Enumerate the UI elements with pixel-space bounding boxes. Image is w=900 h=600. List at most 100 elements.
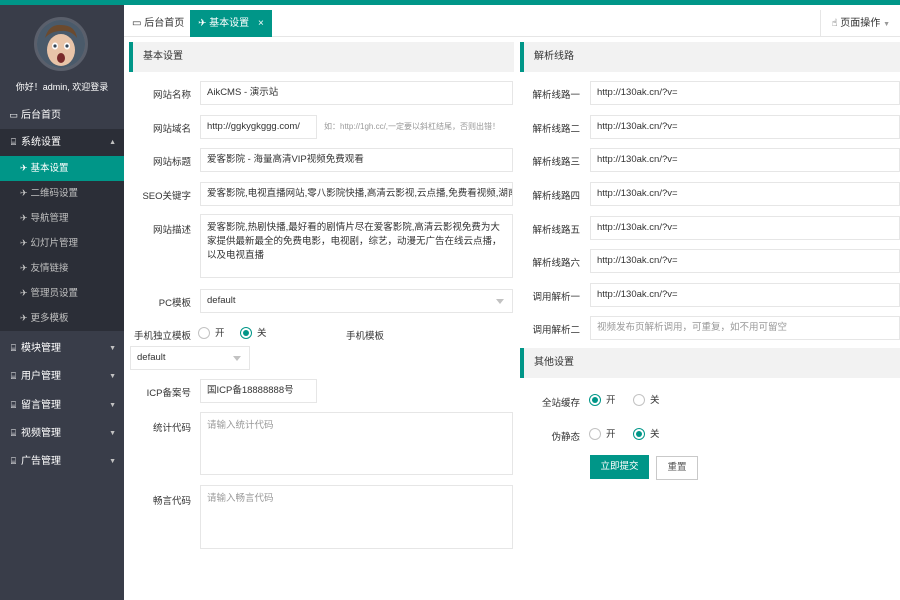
nav-system-settings[interactable]: ⌸ 系统设置 ▲ <box>0 129 124 156</box>
mobile-independent-open-radio[interactable]: 开 <box>198 327 225 341</box>
site-desc-label: 网站描述 <box>152 225 191 236</box>
radio-label: 开 <box>606 395 616 406</box>
main-content: 基本设置 网站名称 AikCMS - 演示站 网站域名 http://ɡɡkyɡ… <box>124 37 900 600</box>
hand-pointer-icon: ☝ <box>831 18 838 29</box>
mobile-template-label: 手机模板 <box>345 331 384 342</box>
parse-line-6-input[interactable]: http://130ak.cn/?v= <box>590 249 900 273</box>
seo-keywords-input[interactable]: 爱客影院,电视直播网站,零八影院快播,高清云影视,云点播,免费看视频,湖南卫视 <box>200 182 513 206</box>
greeting-text: 你好！admin, 欢迎登录 <box>15 82 109 92</box>
submit-button[interactable]: 立即提交 <box>590 455 649 479</box>
page-operations-button[interactable]: ☝ 页面操作 ▼ <box>820 10 900 37</box>
section-parse-lines-header: 解析线路 <box>520 42 900 72</box>
pseudo-static-open-radio[interactable]: 开 <box>589 428 616 442</box>
site-title-input[interactable]: 爱客影院 - 海量高清VIP视频免费观看 <box>200 148 513 172</box>
icp-label: ICP备案号 <box>146 388 191 399</box>
site-cache-close-radio[interactable]: 关 <box>633 394 660 408</box>
radio-label: 关 <box>257 328 267 339</box>
sidebar-item-friend-links[interactable]: ✈ 友情链接 <box>0 256 124 281</box>
pc-template-value: default <box>207 295 236 306</box>
domain-input[interactable]: http://ɡɡkyɡkɡɡɡ.com/ <box>200 115 317 139</box>
site-name-label: 网站名称 <box>152 90 191 101</box>
sidebar: 你好！admin, 欢迎登录 ▭ 后台首页 ⌸ 系统设置 ▲ ✈ 基本设置 ✈ 二维码设… <box>0 0 124 600</box>
sub-label: 导航管理 <box>30 213 69 224</box>
domain-label: 网站域名 <box>152 124 191 135</box>
stat-code-label: 统计代码 <box>152 423 191 434</box>
nav-video-management[interactable]: ⌸ 视频管理 ▼ <box>0 420 124 447</box>
sidebar-item-more-templates[interactable]: ✈ 更多模板 <box>0 306 124 331</box>
radio-circle <box>198 327 210 340</box>
settings-icon: ⌸ <box>10 400 17 410</box>
avatar-image <box>37 20 85 68</box>
tab-basic-settings[interactable]: ✈ 基本设置 × <box>190 10 272 37</box>
parse-line-5-input[interactable]: http://130ak.cn/?v= <box>590 216 900 240</box>
avatar[interactable] <box>34 17 88 71</box>
mobile-independent-label: 手机独立模板 <box>133 331 191 342</box>
nav-home[interactable]: ▭ 后台首页 <box>0 102 124 129</box>
site-name-input[interactable]: AikCMS - 演示站 <box>200 81 513 105</box>
parse-line-3-input[interactable]: http://130ak.cn/?v= <box>590 148 900 172</box>
tab-basic-settings-label: 基本设置 <box>209 18 250 29</box>
settings-icon: ⌸ <box>10 428 17 438</box>
sidebar-item-admin-settings[interactable]: ✈ 管理员设置 <box>0 281 124 306</box>
settings-icon: ⌸ <box>10 343 17 353</box>
chevron-down-icon: ▼ <box>109 458 116 465</box>
nav-home-label: 后台首页 <box>21 110 61 121</box>
radio-circle <box>633 428 645 441</box>
stat-code-textarea[interactable]: 请输入统计代码 <box>200 412 513 475</box>
nav-label: 用户管理 <box>21 371 61 382</box>
call-parse-2-input[interactable]: 视频发布页解析调用，可重复，如不用可留空 <box>590 316 900 340</box>
changyan-code-textarea[interactable]: 请输入畅言代码 <box>200 485 513 549</box>
close-icon[interactable]: × <box>258 18 264 29</box>
radio-label: 关 <box>650 395 660 406</box>
monitor-icon: ▭ <box>9 110 18 120</box>
chevron-down-icon: ▼ <box>109 402 116 409</box>
sub-label: 友情链接 <box>30 263 69 274</box>
section-basic-settings-header: 基本设置 <box>129 42 514 72</box>
send-icon: ✈ <box>20 313 28 323</box>
changyan-code-label: 畅言代码 <box>152 496 191 507</box>
mobile-independent-close-radio[interactable]: 关 <box>240 327 267 341</box>
pseudo-static-close-radio[interactable]: 关 <box>633 428 660 442</box>
parse-line-1-input[interactable]: http://130ak.cn/?v= <box>590 81 900 105</box>
parse-line-4-input[interactable]: http://130ak.cn/?v= <box>590 182 900 206</box>
mobile-template-select[interactable]: default <box>130 346 250 370</box>
send-icon: ✈ <box>20 263 28 273</box>
sub-label: 管理员设置 <box>30 288 79 299</box>
nav-module-management[interactable]: ⌸ 模块管理 ▼ <box>0 335 124 362</box>
pc-template-select[interactable]: default <box>200 289 513 313</box>
sidebar-item-qrcode-settings[interactable]: ✈ 二维码设置 <box>0 181 124 206</box>
settings-icon: ⌸ <box>10 456 17 466</box>
sub-label: 基本设置 <box>30 163 69 174</box>
send-icon: ✈ <box>198 18 207 29</box>
chevron-down-icon: ▼ <box>109 345 116 352</box>
tab-home[interactable]: ▭ 后台首页 <box>124 10 192 37</box>
sub-label: 幻灯片管理 <box>30 238 79 249</box>
nav-ad-management[interactable]: ⌸ 广告管理 ▼ <box>0 448 124 475</box>
parse-line-2-input[interactable]: http://130ak.cn/?v= <box>590 115 900 139</box>
reset-button[interactable]: 重置 <box>656 456 698 480</box>
nav-user-management[interactable]: ⌸ 用户管理 ▼ <box>0 363 124 390</box>
nav-system-settings-label: 系统设置 <box>21 137 61 148</box>
section-other-settings-header: 其他设置 <box>520 348 900 378</box>
icp-input[interactable]: 国ICP备18888888号 <box>200 379 317 403</box>
sub-label: 更多模板 <box>30 313 69 324</box>
parse-line-2-label: 解析线路二 <box>532 124 580 135</box>
section-title: 解析线路 <box>534 51 574 62</box>
nav-label: 视频管理 <box>21 428 61 439</box>
send-icon: ✈ <box>20 288 28 298</box>
nav-label: 模块管理 <box>21 343 61 354</box>
sidebar-item-basic-settings[interactable]: ✈ 基本设置 <box>0 156 124 181</box>
tab-bar: ▭ 后台首页 ✈ 基本设置 × ☝ 页面操作 ▼ <box>124 0 900 37</box>
sub-label: 二维码设置 <box>30 188 79 199</box>
sidebar-item-nav-management[interactable]: ✈ 导航管理 <box>0 206 124 231</box>
site-cache-open-radio[interactable]: 开 <box>589 394 616 408</box>
section-title: 其他设置 <box>534 357 574 368</box>
settings-icon: ⌸ <box>10 371 17 381</box>
site-desc-textarea[interactable]: 爱客影院,热剧快播,最好看的剧情片尽在爱客影院,高清云影视免费为大家提供最新最全… <box>200 214 513 278</box>
nav-message-management[interactable]: ⌸ 留言管理 ▼ <box>0 392 124 419</box>
sidebar-item-slides[interactable]: ✈ 幻灯片管理 <box>0 231 124 256</box>
radio-circle <box>633 394 645 407</box>
call-parse-1-input[interactable]: http://130ak.cn/?v= <box>590 283 900 307</box>
send-icon: ✈ <box>20 188 28 198</box>
send-icon: ✈ <box>20 213 28 223</box>
